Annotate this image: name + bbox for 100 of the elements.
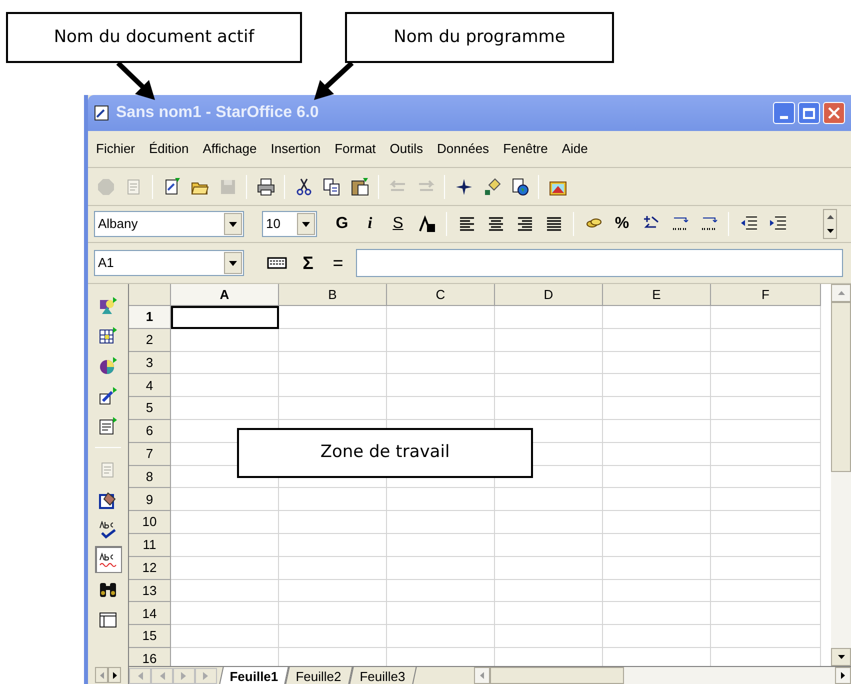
grid-cell[interactable] [279,534,387,557]
scroll-up-button[interactable] [831,284,851,302]
vertical-scrollbar[interactable] [831,284,851,666]
grid-cell[interactable] [387,352,495,374]
row-header[interactable]: 4 [129,374,171,398]
function-button[interactable]: = [326,250,350,276]
grid-cell[interactable] [387,511,495,534]
grid-cell[interactable] [711,352,821,374]
grid-cell[interactable] [387,602,495,626]
grid-cell[interactable] [171,556,279,580]
grid-cell[interactable] [279,625,387,648]
grid-cell[interactable] [171,488,279,512]
grid-cell[interactable] [387,534,495,557]
row-header[interactable]: 11 [129,534,171,557]
grid-cell[interactable] [603,442,711,466]
grid-cell[interactable] [387,328,495,352]
grid-cell[interactable] [711,534,821,557]
row-header[interactable]: 5 [129,397,171,420]
grid-cell[interactable] [279,374,387,398]
grid-cell[interactable] [171,352,279,374]
horizontal-scrollbar[interactable] [474,667,851,684]
grid-cell[interactable] [711,625,821,648]
row-header[interactable]: 7 [129,442,171,466]
grid-cell[interactable] [279,556,387,580]
grid-cell[interactable] [279,328,387,352]
grid-cell[interactable] [279,352,387,374]
column-header[interactable]: E [603,284,711,306]
row-header[interactable]: 13 [129,580,171,602]
grid-cell[interactable] [387,556,495,580]
grid-cell[interactable] [279,580,387,602]
font-size-field[interactable]: 10 [262,211,317,237]
row-header[interactable]: 3 [129,352,171,374]
grid-cell[interactable] [603,306,711,329]
format-button[interactable]: i [357,211,383,237]
column-header[interactable]: B [279,284,387,306]
grid-cell[interactable] [603,374,711,398]
font-name-field[interactable]: Albany [94,211,244,237]
menu-item[interactable]: Fichier [96,139,136,159]
grid-cell[interactable] [387,306,495,329]
grid-cell[interactable] [279,306,387,329]
grid-cell[interactable] [495,488,603,512]
grid-cell[interactable] [603,328,711,352]
menu-item[interactable]: Édition [149,139,189,159]
toolbar-scroll[interactable] [823,209,837,239]
grid-cell[interactable] [387,374,495,398]
grid-cell[interactable] [603,466,711,488]
format-button[interactable]: G [329,211,355,237]
maximize-button[interactable] [798,102,820,124]
scroll-thumb[interactable] [831,302,851,472]
row-header[interactable]: 10 [129,511,171,534]
sheet-tab[interactable]: Feuille2 [286,667,353,684]
grid-cell[interactable] [171,580,279,602]
close-button[interactable] [823,102,845,124]
grid-cell[interactable] [279,488,387,512]
grid-cell[interactable] [711,466,821,488]
column-header[interactable]: D [495,284,603,306]
menu-item[interactable]: Insertion [270,139,321,159]
grid-cell[interactable] [711,397,821,420]
grid-cell[interactable] [603,397,711,420]
grid-cell[interactable] [171,625,279,648]
grid-cell[interactable] [495,602,603,626]
grid-cell[interactable] [711,580,821,602]
scroll-right-button[interactable] [108,667,121,683]
menu-item[interactable]: Aide [562,139,588,159]
grid-cell[interactable] [171,328,279,352]
grid-cell[interactable] [711,442,821,466]
grid-cell[interactable] [711,488,821,512]
toolbar-button[interactable] [94,546,122,573]
grid-cell[interactable] [387,580,495,602]
grid-cell[interactable] [711,328,821,352]
sheet-tab[interactable]: Feuille3 [349,667,416,684]
selected-cell[interactable] [171,306,279,329]
grid-cell[interactable] [603,488,711,512]
grid-cell[interactable] [279,511,387,534]
grid-cell[interactable] [387,397,495,420]
grid-cell[interactable] [279,397,387,420]
tab-navigation-button[interactable] [195,668,217,684]
grid-cell[interactable] [603,534,711,557]
cell-reference-field[interactable]: A1 [94,250,244,276]
tab-navigation-button[interactable] [173,668,195,684]
column-header[interactable]: F [711,284,821,306]
row-header[interactable]: 16 [129,648,171,666]
grid-cell[interactable] [171,602,279,626]
grid-cell[interactable] [171,534,279,557]
row-header[interactable]: 15 [129,625,171,648]
grid-cell[interactable] [603,580,711,602]
tab-navigation-button[interactable] [129,668,151,684]
column-header[interactable]: C [387,284,495,306]
grid-cell[interactable] [711,374,821,398]
grid-cell[interactable] [387,488,495,512]
grid-cell[interactable] [495,374,603,398]
grid-cell[interactable] [387,625,495,648]
grid-cell[interactable] [603,556,711,580]
row-header[interactable]: 9 [129,488,171,512]
column-header[interactable]: A [171,284,279,306]
row-header[interactable]: 14 [129,602,171,626]
grid-cell[interactable] [171,511,279,534]
grid-cell[interactable] [711,511,821,534]
minimize-button[interactable] [773,102,795,124]
grid-cell[interactable] [495,534,603,557]
